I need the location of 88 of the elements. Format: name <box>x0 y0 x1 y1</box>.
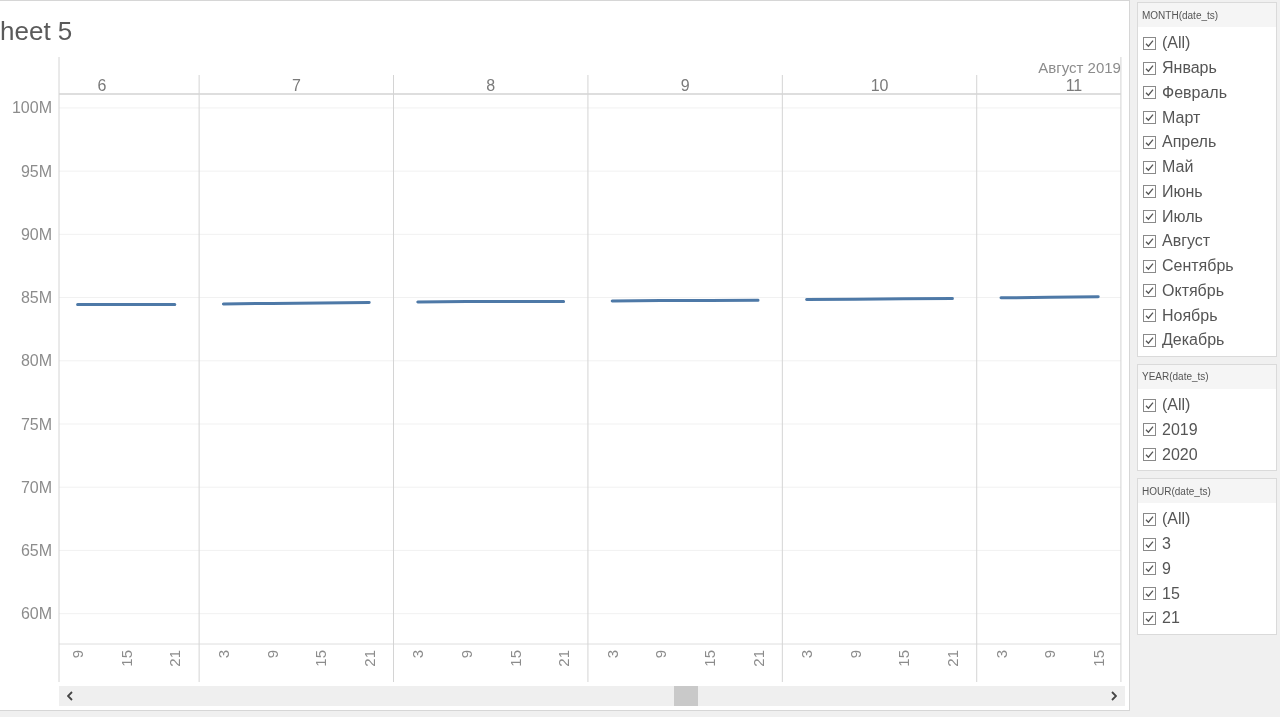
axis-label: 21 <box>749 650 767 667</box>
filter-option[interactable]: Июль <box>1143 204 1203 229</box>
axis-label: 9 <box>652 650 670 659</box>
axis-label: 21 <box>555 650 573 667</box>
checkbox[interactable] <box>1143 210 1156 224</box>
filter-title: HOUR(date_ts) <box>1138 479 1276 503</box>
filter-option[interactable]: (All) <box>1143 31 1191 56</box>
filter-option[interactable]: 3 <box>1143 531 1171 557</box>
filter-option[interactable]: Сентябрь <box>1143 253 1234 279</box>
filter-option[interactable]: Февраль <box>1143 80 1228 106</box>
axis-label: 70M <box>20 478 52 496</box>
column-header: 9 <box>680 76 690 94</box>
checkbox[interactable] <box>1143 423 1156 437</box>
column-header: 8 <box>486 76 496 94</box>
column-header: 11 <box>1065 76 1083 94</box>
checkbox[interactable] <box>1143 259 1156 273</box>
filter-option[interactable]: Январь <box>1143 55 1217 81</box>
checkbox[interactable] <box>1143 537 1156 551</box>
checkbox[interactable] <box>1143 86 1156 100</box>
checkbox[interactable] <box>1143 111 1156 125</box>
filter-option[interactable]: (All) <box>1143 392 1191 418</box>
axis-label: 21 <box>943 650 961 667</box>
axis-label: 15 <box>895 650 913 667</box>
checkbox[interactable] <box>1143 611 1156 625</box>
checkbox[interactable] <box>1143 36 1156 50</box>
column-header: 6 <box>97 76 107 94</box>
checkbox[interactable] <box>1143 185 1156 199</box>
header-title: Август 2019 <box>1038 58 1121 76</box>
checkbox[interactable] <box>1143 309 1156 323</box>
axis-label: 90M <box>20 225 52 243</box>
checkbox[interactable] <box>1143 61 1156 75</box>
filter-title: YEAR(date_ts) <box>1138 364 1276 389</box>
axis-label: 3 <box>409 650 427 659</box>
axis-label: 9 <box>1041 650 1059 659</box>
filter-option[interactable]: 2020 <box>1143 442 1198 467</box>
axis-label: 9 <box>263 650 281 659</box>
checkbox[interactable] <box>1143 398 1156 412</box>
chevron-right-icon[interactable] <box>1111 691 1117 701</box>
filter-option[interactable]: Апрель <box>1143 130 1217 155</box>
axis-label: 9 <box>846 650 864 659</box>
checkbox[interactable] <box>1143 135 1156 149</box>
checkbox[interactable] <box>1143 587 1156 601</box>
column-header: 10 <box>870 76 889 94</box>
axis-label: 15 <box>312 650 330 667</box>
column-header: 7 <box>291 76 301 94</box>
axis-label: 85M <box>20 289 52 307</box>
checkbox[interactable] <box>1143 448 1156 462</box>
filter-option[interactable]: Май <box>1143 154 1194 180</box>
axis-label: 3 <box>214 650 232 659</box>
axis-label: 21 <box>360 650 378 667</box>
axis-label: 65M <box>20 541 52 559</box>
axis-label: 100M <box>11 99 52 117</box>
filter-option[interactable]: Октябрь <box>1143 278 1224 304</box>
filter-option[interactable]: Март <box>1143 105 1201 130</box>
axis-label: 3 <box>798 650 816 659</box>
filter-option[interactable]: Август <box>1143 229 1211 254</box>
axis-label: 75M <box>20 415 52 433</box>
axis-label: 3 <box>992 650 1010 659</box>
filter-option[interactable]: (All) <box>1143 507 1191 532</box>
checkbox[interactable] <box>1143 333 1156 347</box>
axis-label: 80M <box>20 352 52 370</box>
axis-label: 9 <box>457 650 475 659</box>
filter-option[interactable]: 2019 <box>1143 417 1198 443</box>
checkbox[interactable] <box>1143 234 1156 248</box>
checkbox[interactable] <box>1143 512 1156 526</box>
filter-option[interactable]: Ноябрь <box>1143 303 1218 328</box>
axis-label: 15 <box>506 650 524 667</box>
axis-label: 95M <box>20 162 52 180</box>
filter-option[interactable]: 21 <box>1143 606 1180 631</box>
scrollbar-thumb[interactable] <box>674 686 698 706</box>
axis-label: 15 <box>117 650 135 667</box>
filter-title: MONTH(date_ts) <box>1138 3 1276 27</box>
checkbox[interactable] <box>1143 562 1156 576</box>
filter-option[interactable]: 15 <box>1143 581 1180 606</box>
axis-label: 15 <box>700 650 718 667</box>
chevron-left-icon[interactable] <box>67 691 73 701</box>
filter-option[interactable]: Июнь <box>1143 179 1203 205</box>
horizontal-scrollbar[interactable] <box>59 686 1125 706</box>
filter-option[interactable]: Декабрь <box>1143 328 1225 353</box>
checkbox[interactable] <box>1143 160 1156 174</box>
axis-label: 15 <box>1089 650 1107 667</box>
axis-label: 60M <box>20 605 52 623</box>
checkbox[interactable] <box>1143 284 1156 298</box>
axis-label: 3 <box>603 650 621 659</box>
filter-option[interactable]: 9 <box>1143 556 1171 582</box>
sheet-title: heet 5 <box>0 16 73 46</box>
axis-label: 21 <box>166 650 184 667</box>
axis-label: 9 <box>69 650 87 659</box>
